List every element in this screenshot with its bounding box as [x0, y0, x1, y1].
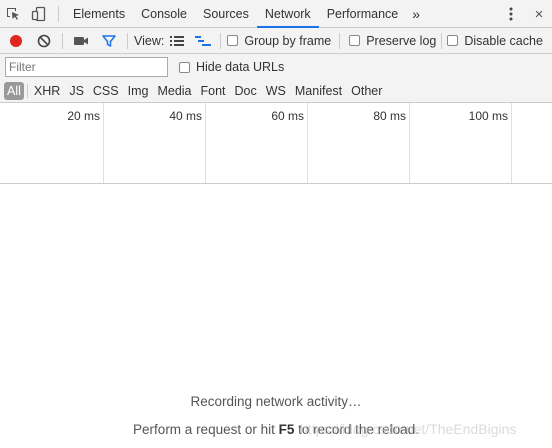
type-filter-media[interactable]: Media — [154, 82, 194, 100]
timeline-tick-label: 80 ms — [373, 109, 406, 123]
list-view-icon — [170, 35, 185, 46]
toolbar-divider — [339, 32, 341, 49]
close-icon[interactable]: × — [528, 0, 550, 28]
tab-sources[interactable]: Sources — [195, 0, 257, 28]
disable-cache-checkbox[interactable]: Disable cache — [447, 28, 543, 54]
type-filter-img[interactable]: Img — [125, 82, 152, 100]
timeline-gridline — [409, 103, 410, 183]
timeline-gridline — [511, 103, 512, 183]
record-button[interactable] — [2, 28, 30, 54]
show-overview-button[interactable] — [190, 28, 216, 54]
inspect-element-icon[interactable] — [0, 0, 26, 28]
type-filter-js[interactable]: JS — [66, 82, 87, 100]
type-divider — [26, 84, 28, 98]
view-label: View: — [134, 33, 165, 48]
type-filter-other[interactable]: Other — [348, 82, 385, 100]
type-filter-css[interactable]: CSS — [90, 82, 122, 100]
hint-key: F5 — [278, 422, 295, 437]
checkbox-box[interactable] — [447, 35, 459, 46]
clear-icon — [37, 34, 51, 47]
group-by-frame-label: Group by frame — [244, 33, 332, 48]
preserve-log-label: Preserve log — [366, 33, 437, 48]
filter-input[interactable] — [5, 57, 168, 77]
filter-toggle-button[interactable] — [95, 28, 123, 54]
waterfall-icon — [195, 35, 212, 46]
toolbar-divider — [127, 32, 128, 49]
checkbox-box[interactable] — [179, 61, 190, 73]
checkbox-box[interactable] — [349, 35, 361, 46]
resource-type-filter: All XHR JS CSS Img Media Font Doc WS Man… — [0, 80, 552, 103]
clear-button[interactable] — [30, 28, 58, 54]
hint-prefix: Perform a request or hit — [133, 422, 279, 437]
toolbar-divider — [58, 5, 59, 22]
type-filter-manifest[interactable]: Manifest — [292, 82, 345, 100]
hide-data-urls-checkbox[interactable]: Hide data URLs — [179, 54, 284, 80]
filter-funnel-icon — [102, 34, 116, 47]
group-by-frame-checkbox[interactable]: Group by frame — [227, 28, 331, 54]
filter-bar: Hide data URLs — [0, 54, 552, 80]
more-options-icon[interactable] — [500, 0, 522, 28]
video-camera-icon — [74, 36, 88, 45]
type-filter-all[interactable]: All — [4, 82, 24, 100]
preserve-log-checkbox[interactable]: Preserve log — [349, 28, 436, 54]
tab-elements[interactable]: Elements — [65, 0, 133, 28]
toolbar-divider — [220, 32, 222, 49]
timeline-tick-label: 20 ms — [67, 109, 100, 123]
recording-status-text: Recording network activity… — [190, 394, 362, 409]
type-filter-doc[interactable]: Doc — [232, 82, 260, 100]
device-toolbar-icon[interactable] — [26, 0, 52, 28]
record-icon — [10, 34, 22, 47]
timeline-gridline — [103, 103, 104, 183]
hide-data-urls-label: Hide data URLs — [196, 60, 285, 74]
tab-console[interactable]: Console — [133, 0, 195, 28]
network-toolbar: View: Group by frame Preserve log Disabl… — [0, 28, 552, 54]
large-request-rows-button[interactable] — [164, 28, 190, 54]
request-list-empty: Recording network activity… Perform a re… — [0, 185, 552, 448]
tab-network[interactable]: Network — [256, 0, 319, 28]
timeline-gridline — [205, 103, 206, 183]
devtools-tab-bar: Elements Console Sources Network Perform… — [0, 0, 552, 28]
disable-cache-label: Disable cache — [464, 33, 543, 48]
timeline-overview[interactable]: 20 ms 40 ms 60 ms 80 ms 100 ms — [0, 103, 552, 184]
tab-performance[interactable]: Performance — [319, 0, 407, 28]
more-tabs-icon[interactable]: » — [406, 0, 426, 28]
type-filter-ws[interactable]: WS — [263, 82, 289, 100]
watermark-text: https://blog.csdn.net/TheEndBigins — [300, 421, 517, 437]
toolbar-divider — [441, 32, 443, 49]
timeline-tick-label: 40 ms — [169, 109, 202, 123]
timeline-gridline — [307, 103, 308, 183]
toolbar-divider — [62, 32, 63, 49]
type-filter-font[interactable]: Font — [198, 82, 229, 100]
timeline-tick-label: 100 ms — [468, 109, 508, 123]
timeline-tick-label: 60 ms — [271, 109, 304, 123]
type-filter-xhr[interactable]: XHR — [31, 82, 63, 100]
capture-screenshots-button[interactable] — [67, 28, 95, 54]
checkbox-box[interactable] — [227, 35, 239, 46]
